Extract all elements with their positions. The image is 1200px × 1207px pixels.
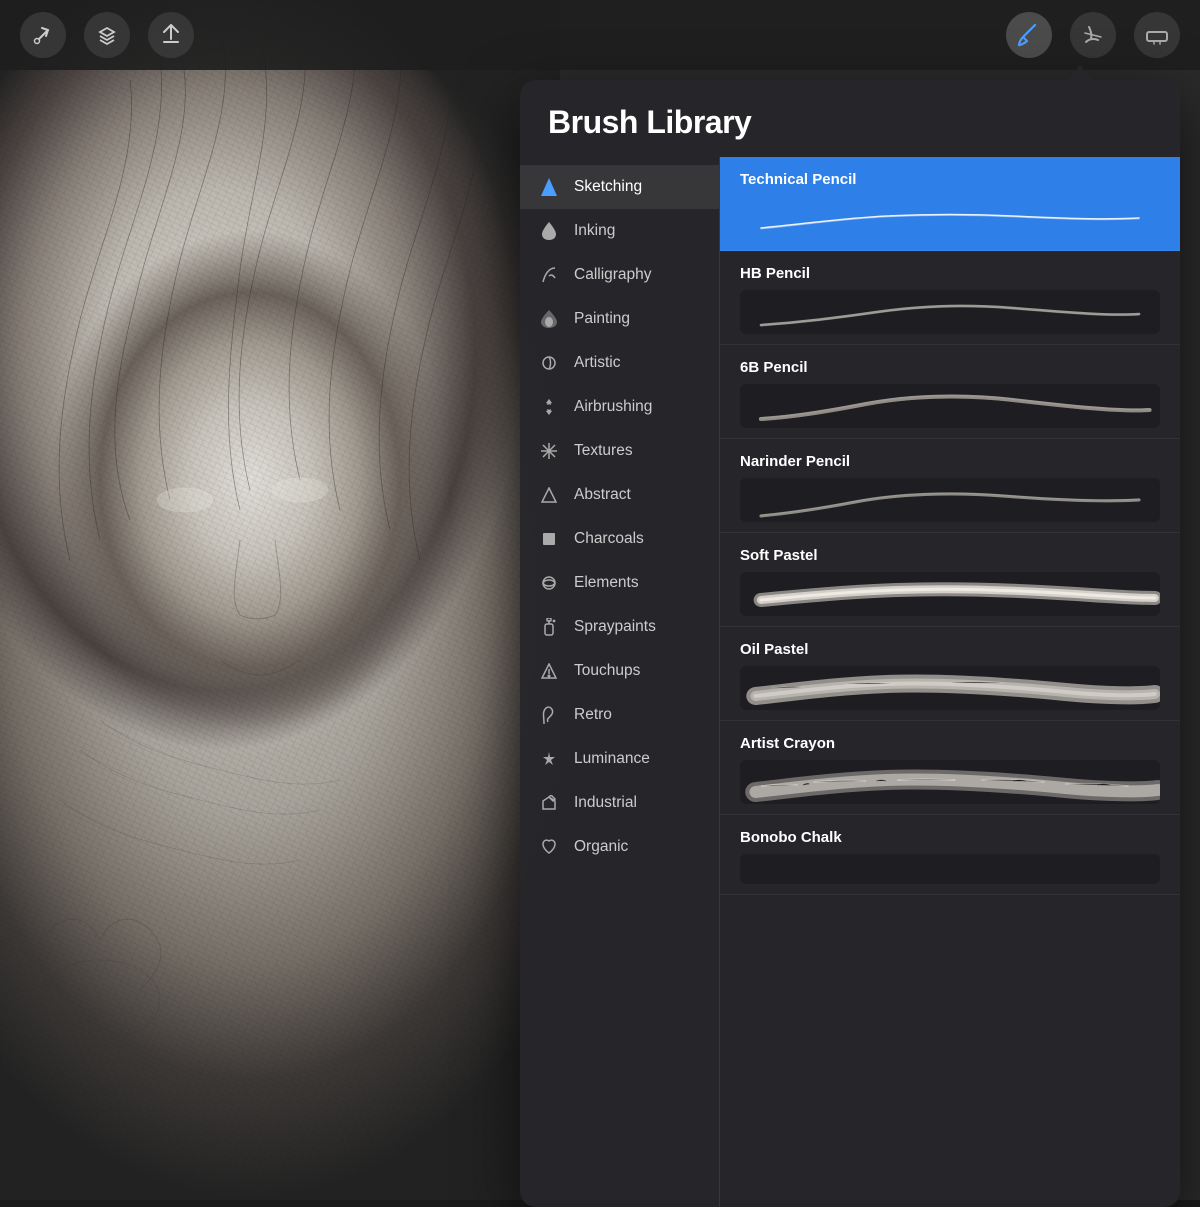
category-label-inking: Inking — [574, 222, 615, 240]
brush-stroke-preview-technical-pencil — [740, 196, 1160, 240]
category-label-airbrushing: Airbrushing — [574, 398, 652, 416]
category-item-airbrushing[interactable]: Airbrushing — [520, 385, 719, 429]
category-item-charcoals[interactable]: Charcoals — [520, 517, 719, 561]
category-item-spraypaints[interactable]: Spraypaints — [520, 605, 719, 649]
brush-item-soft-pastel[interactable]: Soft Pastel — [720, 533, 1180, 627]
category-label-artistic: Artistic — [574, 354, 621, 372]
brush-name-narinder-pencil: Narinder Pencil — [740, 453, 1160, 470]
top-toolbar — [0, 0, 1200, 70]
smudge-tool-button[interactable] — [1070, 12, 1116, 58]
eraser-tool-button[interactable] — [1134, 12, 1180, 58]
category-label-luminance: Luminance — [574, 750, 650, 768]
category-item-inking[interactable]: Inking — [520, 209, 719, 253]
category-label-sketching: Sketching — [574, 178, 642, 196]
spraypaints-icon — [538, 616, 560, 638]
brush-item-hb-pencil[interactable]: HB Pencil — [720, 251, 1180, 345]
category-label-charcoals: Charcoals — [574, 530, 644, 548]
category-item-industrial[interactable]: Industrial — [520, 781, 719, 825]
brush-library-panel: Brush Library Sketching Inking Cal — [520, 80, 1180, 1207]
category-label-textures: Textures — [574, 442, 633, 460]
brush-stroke-preview-soft-pastel — [740, 572, 1160, 616]
brush-tool-button[interactable] — [1006, 12, 1052, 58]
brush-item-technical-pencil[interactable]: Technical Pencil — [720, 157, 1180, 251]
brush-stroke-preview-artist-crayon — [740, 760, 1160, 804]
category-item-painting[interactable]: Painting — [520, 297, 719, 341]
retro-icon — [538, 704, 560, 726]
category-label-organic: Organic — [574, 838, 628, 856]
category-label-touchups: Touchups — [574, 662, 640, 680]
brush-item-oil-pastel[interactable]: Oil Pastel — [720, 627, 1180, 721]
category-list: Sketching Inking Calligraphy Painting — [520, 157, 720, 1207]
brush-name-bonobo-chalk: Bonobo Chalk — [740, 829, 1160, 846]
brush-stroke-preview-narinder-pencil — [740, 478, 1160, 522]
brush-name-hb-pencil: HB Pencil — [740, 265, 1160, 282]
brush-item-narinder-pencil[interactable]: Narinder Pencil — [720, 439, 1180, 533]
category-item-touchups[interactable]: Touchups — [520, 649, 719, 693]
category-item-calligraphy[interactable]: Calligraphy — [520, 253, 719, 297]
category-label-calligraphy: Calligraphy — [574, 266, 652, 284]
textures-icon — [538, 440, 560, 462]
category-label-industrial: Industrial — [574, 794, 637, 812]
painting-icon — [538, 308, 560, 330]
toolbar-left — [20, 12, 194, 58]
touchups-icon — [538, 660, 560, 682]
luminance-icon — [538, 748, 560, 770]
brush-name-technical-pencil: Technical Pencil — [740, 171, 1160, 188]
category-item-elements[interactable]: Elements — [520, 561, 719, 605]
toolbar-right — [1006, 12, 1180, 58]
airbrushing-icon — [538, 396, 560, 418]
brush-name-artist-crayon: Artist Crayon — [740, 735, 1160, 752]
category-label-painting: Painting — [574, 310, 630, 328]
category-item-artistic[interactable]: Artistic — [520, 341, 719, 385]
brush-item-artist-crayon[interactable]: Artist Crayon — [720, 721, 1180, 815]
category-label-abstract: Abstract — [574, 486, 631, 504]
panel-header: Brush Library — [520, 80, 1180, 157]
calligraphy-icon — [538, 264, 560, 286]
category-label-spraypaints: Spraypaints — [574, 618, 656, 636]
brush-name-soft-pastel: Soft Pastel — [740, 547, 1160, 564]
brush-stroke-preview-bonobo-chalk — [740, 854, 1160, 884]
panel-title: Brush Library — [548, 104, 1152, 141]
brush-item-bonobo-chalk[interactable]: Bonobo Chalk — [720, 815, 1180, 895]
industrial-icon — [538, 792, 560, 814]
brush-item-6b-pencil[interactable]: 6B Pencil — [720, 345, 1180, 439]
sketch-svg — [0, 0, 560, 1200]
charcoals-icon — [538, 528, 560, 550]
category-item-sketching[interactable]: Sketching — [520, 165, 719, 209]
panel-content: Sketching Inking Calligraphy Painting — [520, 157, 1180, 1207]
brush-list: Technical Pencil HB Pencil — [720, 157, 1180, 1207]
brush-stroke-preview-oil-pastel — [740, 666, 1160, 710]
brush-name-oil-pastel: Oil Pastel — [740, 641, 1160, 658]
elements-icon — [538, 572, 560, 594]
category-label-elements: Elements — [574, 574, 639, 592]
artistic-icon — [538, 352, 560, 374]
inking-icon — [538, 220, 560, 242]
organic-icon — [538, 836, 560, 858]
abstract-icon — [538, 484, 560, 506]
modify-button[interactable] — [20, 12, 66, 58]
category-label-retro: Retro — [574, 706, 612, 724]
layers-button[interactable] — [84, 12, 130, 58]
brush-stroke-preview-6b-pencil — [740, 384, 1160, 428]
brush-name-6b-pencil: 6B Pencil — [740, 359, 1160, 376]
export-button[interactable] — [148, 12, 194, 58]
category-item-textures[interactable]: Textures — [520, 429, 719, 473]
category-item-luminance[interactable]: Luminance — [520, 737, 719, 781]
panel-arrow — [1068, 65, 1092, 81]
category-item-retro[interactable]: Retro — [520, 693, 719, 737]
category-item-organic[interactable]: Organic — [520, 825, 719, 869]
brush-stroke-preview-hb-pencil — [740, 290, 1160, 334]
sketching-icon — [538, 176, 560, 198]
category-item-abstract[interactable]: Abstract — [520, 473, 719, 517]
